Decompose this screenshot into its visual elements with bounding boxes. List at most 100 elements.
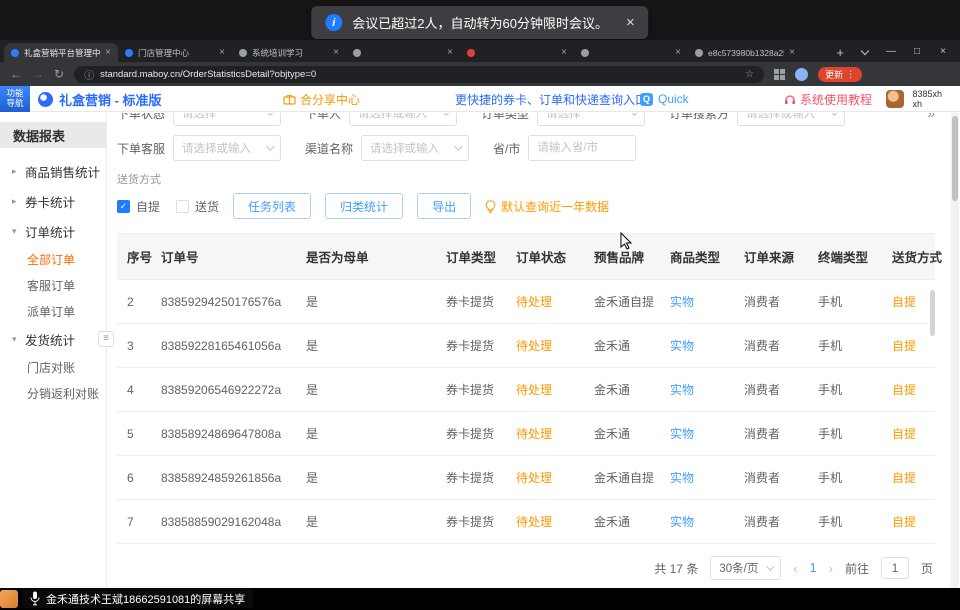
tab-close-icon[interactable]: × xyxy=(789,47,795,58)
username[interactable]: 8385xh xh xyxy=(912,89,942,110)
sidebar-item-全部订单[interactable]: 全部订单 xyxy=(0,246,106,272)
sidebar-collapse-handle[interactable]: ≡ xyxy=(98,331,114,347)
checkbox-icon[interactable] xyxy=(117,200,130,213)
reload-icon[interactable]: ↻ xyxy=(54,68,64,80)
service-agent-select[interactable]: 请选择或输入 xyxy=(173,135,281,161)
table-scrollbar[interactable] xyxy=(930,290,935,336)
cell-status: 待处理 xyxy=(506,381,584,398)
sidebar-item-发货统计[interactable]: ▾发货统计 xyxy=(0,324,106,354)
maximize-icon[interactable]: □ xyxy=(904,42,930,62)
table-row[interactable]: 483859206546922272a是券卡提货待处理金禾通实物消费者手机自提 xyxy=(117,368,935,412)
browser-update-button[interactable]: 更新 ⋮ xyxy=(818,67,862,82)
menu-dots-icon: ⋮ xyxy=(846,69,855,80)
order-status-select[interactable]: 请选择 xyxy=(173,113,281,126)
sidebar-item-派单订单[interactable]: 派单订单 xyxy=(0,298,106,324)
prev-page-button[interactable]: ‹ xyxy=(793,561,797,576)
sidebar-item-门店对账[interactable]: 门店对账 xyxy=(0,354,106,380)
extensions-icon[interactable] xyxy=(774,69,785,80)
tutorial-link[interactable]: 系统使用教程 xyxy=(784,86,872,112)
tab-close-icon[interactable]: × xyxy=(333,47,339,58)
bookmark-star-icon[interactable]: ☆ xyxy=(745,69,754,80)
tab-search-icon[interactable] xyxy=(861,47,869,55)
table-row[interactable]: 683858924859261856a是券卡提货待处理金禾通自提实物消费者手机自… xyxy=(117,456,935,500)
action-button-导出[interactable]: 导出 xyxy=(417,193,471,219)
action-button-归类统计[interactable]: 归类统计 xyxy=(325,193,403,219)
sidebar-item-客服订单[interactable]: 客服订单 xyxy=(0,272,106,298)
action-button-任务列表[interactable]: 任务列表 xyxy=(233,193,311,219)
minimize-icon[interactable]: — xyxy=(878,42,904,62)
tab-close-icon[interactable]: × xyxy=(219,47,225,58)
address-bar[interactable]: ⓘ standard.maboy.cn/OrderStatisticsDetai… xyxy=(74,66,764,83)
screen-share-text: 金禾通技术王斌18662591081的屏幕共享 xyxy=(46,591,245,607)
sidebar-item-商品销售统计[interactable]: ▸商品销售统计 xyxy=(0,156,106,186)
table-row[interactable]: 383859228165461056a是券卡提货待处理金禾通实物消费者手机自提 xyxy=(117,324,935,368)
browser-tab[interactable]: e8c573980b1328a258fd2e6ll × xyxy=(688,43,802,62)
filter-label: 下单人 xyxy=(305,113,341,122)
delivery-option[interactable]: 自提 xyxy=(117,198,160,215)
cell-is_parent: 是 xyxy=(296,337,436,354)
sidebar-item-券卡统计[interactable]: ▸券卡统计 xyxy=(0,186,106,216)
cell-order_no: 83858859029162048a xyxy=(151,515,296,529)
site-info-icon[interactable]: ⓘ xyxy=(84,67,94,82)
current-page[interactable]: 1 xyxy=(810,561,817,575)
quick-label: Quick xyxy=(658,92,689,106)
page-size-select[interactable]: 30条/页 xyxy=(710,556,781,580)
channel-name-select[interactable]: 请选择或输入 xyxy=(361,135,469,161)
back-icon[interactable]: ← xyxy=(10,68,22,80)
page-size-value: 30条/页 xyxy=(719,560,758,576)
user-avatar[interactable] xyxy=(886,90,904,108)
checkbox-icon[interactable] xyxy=(176,200,189,213)
chevron-icon: ▸ xyxy=(12,196,21,207)
quick-search[interactable]: Q Quick xyxy=(640,86,689,112)
orderer-select[interactable]: 请选择或输入 xyxy=(349,113,457,126)
browser-tab[interactable]: 礼盒营销平台管理中心 × xyxy=(4,43,118,62)
delivery-option[interactable]: 送货 xyxy=(176,198,219,215)
filter-orderer: 下单人 请选择或输入 xyxy=(305,113,457,126)
sidebar-item-分销返利对账[interactable]: 分销返利对账 xyxy=(0,380,106,406)
browser-tab[interactable]: 门店管理中心 × xyxy=(118,43,232,62)
checkbox-label: 送货 xyxy=(195,198,219,215)
browser-tabbar: 礼盒营销平台管理中心 × 门店管理中心 × 系统培训学习 × × × × e8c… xyxy=(0,40,960,62)
tab-close-icon[interactable]: × xyxy=(105,47,111,58)
table-row[interactable]: 283859294250176576a是券卡提货待处理金禾通自提实物消费者手机自… xyxy=(117,280,935,324)
forward-icon[interactable]: → xyxy=(32,68,44,80)
tab-close-icon[interactable]: × xyxy=(675,47,681,58)
cell-terminal: 手机 xyxy=(808,469,882,486)
tab-strip: 礼盒营销平台管理中心 × 门店管理中心 × 系统培训学习 × × × × e8c… xyxy=(4,43,828,62)
new-tab-button[interactable]: + xyxy=(828,45,852,62)
browser-tab[interactable]: × xyxy=(574,43,688,62)
order-search-select[interactable]: 请选择或输入 xyxy=(737,113,845,126)
function-nav-button[interactable]: 功能 导航 xyxy=(0,86,30,112)
filter-province-city: 省/市 xyxy=(493,135,636,161)
share-center-link[interactable]: 合分享中心 xyxy=(283,86,360,112)
browser-tab[interactable]: × xyxy=(346,43,460,62)
sidebar-item-订单统计[interactable]: ▾订单统计 xyxy=(0,216,106,246)
goto-page-input[interactable] xyxy=(881,557,909,579)
cell-goods_type: 实物 xyxy=(660,337,734,354)
browser-tab[interactable]: 系统培训学习 × xyxy=(232,43,346,62)
browser-tab[interactable]: × xyxy=(460,43,574,62)
cell-goods_type: 实物 xyxy=(660,513,734,530)
filter-label: 下单状态 xyxy=(117,113,165,122)
scrollbar-thumb[interactable] xyxy=(952,116,958,201)
province-city-input[interactable] xyxy=(528,135,636,161)
tab-close-icon[interactable]: × xyxy=(561,47,567,58)
filters-collapse-button[interactable]: » xyxy=(927,113,935,121)
close-icon[interactable]: × xyxy=(626,14,635,31)
top-letterbox: i 会议已超过2人，自动转为60分钟限时会议。 × xyxy=(0,0,960,40)
browser-profile-avatar[interactable] xyxy=(795,68,808,81)
quick-entry-link[interactable]: 更快捷的券卡、订单和快递查询入口 xyxy=(455,86,647,112)
next-page-button[interactable]: › xyxy=(829,561,833,576)
close-window-icon[interactable]: × xyxy=(930,42,956,62)
filter-order-search: 订单搜索方 请选择或输入 xyxy=(669,113,845,126)
filter-order-type: 订单类型 请选择 xyxy=(481,113,645,126)
goto-label: 前往 xyxy=(845,560,869,577)
meeting-app-avatar[interactable] xyxy=(0,590,18,608)
order-type-select[interactable]: 请选择 xyxy=(537,113,645,126)
table-row[interactable]: 583858924869647808a是券卡提货待处理金禾通实物消费者手机自提 xyxy=(117,412,935,456)
tab-close-icon[interactable]: × xyxy=(447,47,453,58)
column-header: 终端类型 xyxy=(808,247,882,266)
table-row[interactable]: 783858859029162048a是券卡提货待处理金禾通实物消费者手机自提 xyxy=(117,500,935,544)
screen-share-bar[interactable]: 金禾通技术王斌18662591081的屏幕共享 xyxy=(22,589,253,608)
page-scrollbar[interactable] xyxy=(951,113,959,588)
